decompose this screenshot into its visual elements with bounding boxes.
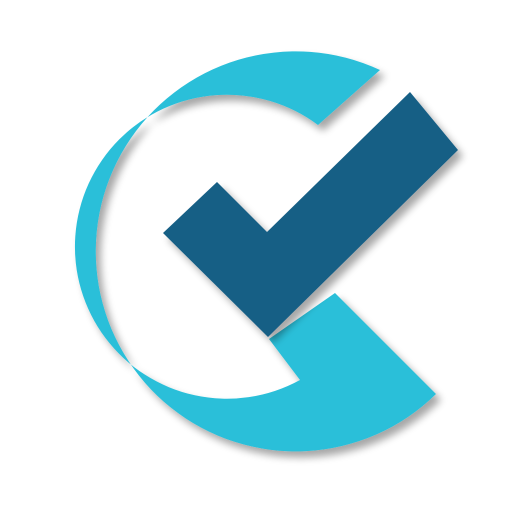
- checkmark-shape: [163, 92, 458, 337]
- c-checkmark-logo-icon: [74, 51, 458, 452]
- app-icon-canvas: [0, 0, 512, 512]
